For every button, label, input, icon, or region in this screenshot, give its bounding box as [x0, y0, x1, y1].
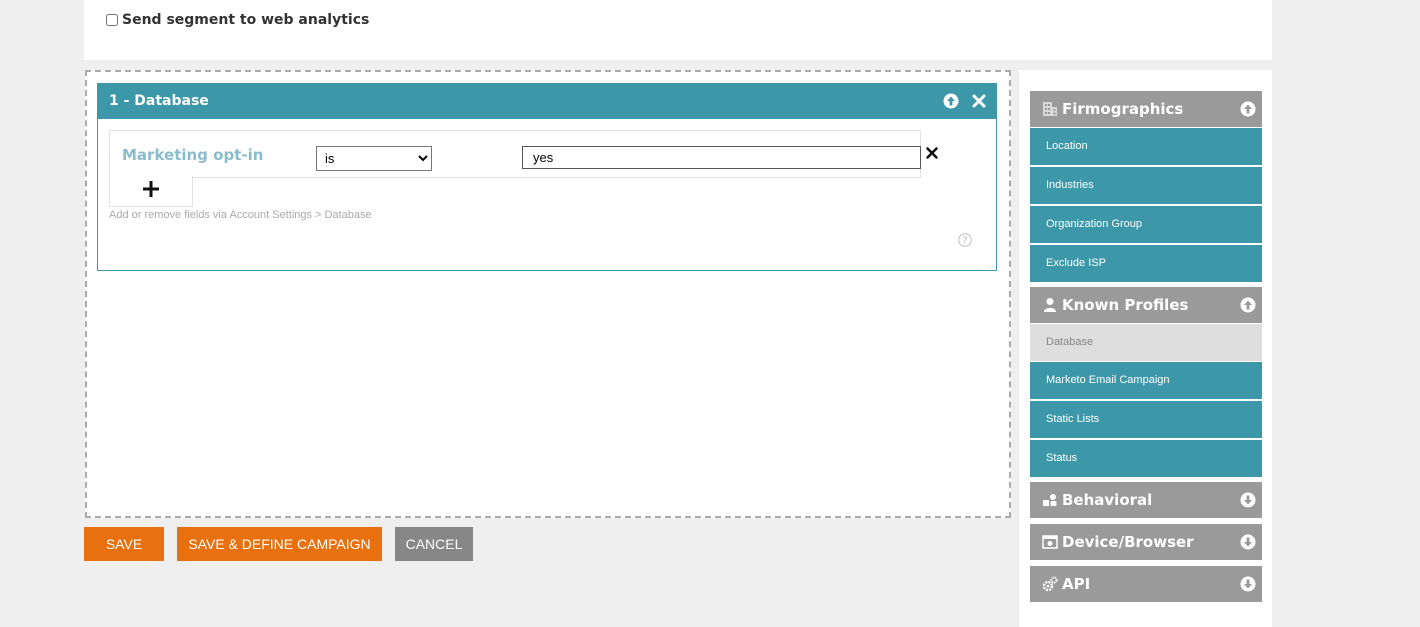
- rule-group: 1 - Database Marketing opt-in is Add or …: [97, 83, 997, 271]
- collapse-arrow-icon[interactable]: [1240, 297, 1256, 313]
- category-known-profiles[interactable]: Known Profiles: [1030, 287, 1262, 323]
- category-api[interactable]: API: [1030, 566, 1262, 602]
- remove-condition-icon[interactable]: [925, 146, 939, 160]
- condition-value-input[interactable]: [522, 146, 921, 169]
- rule-title: 1 - Database: [109, 93, 209, 109]
- category-label: Device/Browser: [1062, 533, 1194, 551]
- behavior-icon: [1042, 492, 1058, 508]
- segment-drop-zone[interactable]: 1 - Database Marketing opt-in is Add or …: [85, 70, 1011, 518]
- sidebar-item-exclude-isp[interactable]: Exclude ISP: [1030, 245, 1262, 282]
- move-up-icon[interactable]: [943, 93, 959, 109]
- category-firmographics[interactable]: Firmographics: [1030, 91, 1262, 127]
- fields-hint-text: Add or remove fields via Account Setting…: [109, 209, 372, 221]
- expand-arrow-icon[interactable]: [1240, 534, 1256, 550]
- help-icon[interactable]: ?: [958, 233, 972, 247]
- category-label: Known Profiles: [1062, 296, 1189, 314]
- send-segment-label: Send segment to web analytics: [122, 12, 370, 28]
- svg-text:?: ?: [962, 236, 967, 247]
- add-condition-button[interactable]: [109, 176, 193, 207]
- condition-row: Marketing opt-in is: [109, 130, 921, 178]
- sidebar-item-marketo-email-campaign[interactable]: Marketo Email Campaign: [1030, 362, 1262, 399]
- sidebar-item-organization-group[interactable]: Organization Group: [1030, 206, 1262, 243]
- sidebar-item-location[interactable]: Location: [1030, 128, 1262, 165]
- top-settings-panel: Send segment to web analytics: [84, 0, 1272, 60]
- building-icon: [1042, 101, 1058, 117]
- sidebar-item-database: Database: [1030, 324, 1262, 361]
- category-behavioral[interactable]: Behavioral: [1030, 482, 1262, 518]
- sidebar-item-static-lists[interactable]: Static Lists: [1030, 401, 1262, 438]
- sidebar-item-status[interactable]: Status: [1030, 440, 1262, 477]
- category-label: Firmographics: [1062, 100, 1184, 118]
- segment-attributes-sidebar: Firmographics Location Industries Organi…: [1019, 70, 1272, 627]
- gears-icon: [1042, 576, 1058, 592]
- send-segment-checkbox[interactable]: [106, 14, 118, 26]
- category-label: API: [1062, 575, 1091, 593]
- category-device-browser[interactable]: Device/Browser: [1030, 524, 1262, 560]
- person-icon: [1042, 297, 1058, 313]
- condition-field-name: Marketing opt-in: [122, 146, 264, 164]
- save-button[interactable]: SAVE: [84, 527, 164, 561]
- rule-header: 1 - Database: [98, 84, 996, 119]
- plus-icon: [141, 179, 161, 204]
- category-label: Behavioral: [1062, 491, 1153, 509]
- device-icon: [1042, 534, 1058, 550]
- cancel-button[interactable]: CANCEL: [395, 527, 473, 561]
- condition-operator-select[interactable]: is: [316, 146, 432, 171]
- expand-arrow-icon[interactable]: [1240, 492, 1256, 508]
- collapse-arrow-icon[interactable]: [1240, 101, 1256, 117]
- close-rule-icon[interactable]: [971, 93, 987, 109]
- sidebar-item-industries[interactable]: Industries: [1030, 167, 1262, 204]
- send-segment-option[interactable]: Send segment to web analytics: [106, 12, 369, 28]
- save-define-campaign-button[interactable]: SAVE & DEFINE CAMPAIGN: [177, 527, 382, 561]
- expand-arrow-icon[interactable]: [1240, 576, 1256, 592]
